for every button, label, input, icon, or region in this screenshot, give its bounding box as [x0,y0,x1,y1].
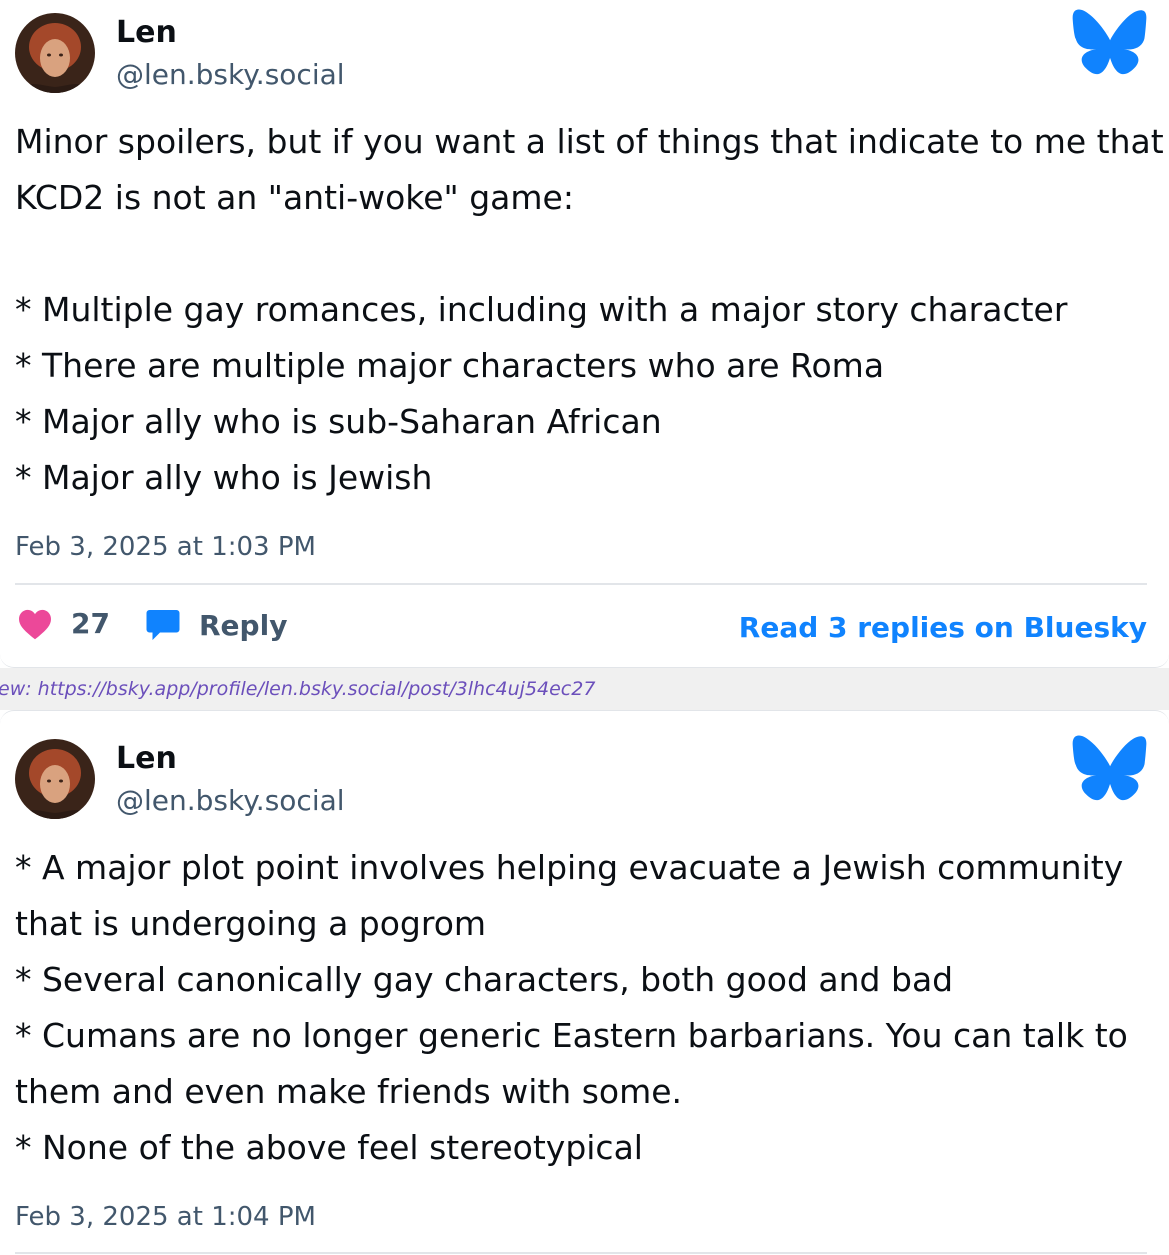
divider [15,583,1147,585]
heart-icon [19,609,51,639]
bluesky-butterfly-icon[interactable] [1072,9,1148,75]
reply-button[interactable]: Reply [145,608,287,642]
reply-bubble-icon [146,610,180,640]
post-line: * A major plot point involves helping ev… [15,848,1124,887]
post-line: * There are multiple major characters wh… [15,346,885,385]
divider [15,1252,1147,1254]
post-line: * Multiple gay romances, including with … [15,290,1068,329]
author-handle[interactable]: @len.bsky.social [116,783,345,819]
author-name[interactable]: Len [116,15,177,51]
read-replies-link[interactable]: Read 3 replies on Bluesky [739,611,1147,644]
url-bar: ew: https://bsky.app/profile/len.bsky.so… [0,668,1169,710]
post-line: that is undergoing a pogrom [15,904,487,943]
like-button[interactable]: 27 [17,607,110,640]
post-timestamp[interactable]: Feb 3, 2025 at 1:04 PM [15,1201,316,1233]
post-card: Len @len.bsky.social * A major plot poin… [0,710,1169,1255]
post-line: * None of the above feel stereotypical [15,1128,643,1167]
post-line [15,226,1155,282]
author-name[interactable]: Len [116,741,177,777]
author-handle[interactable]: @len.bsky.social [116,57,345,93]
post-line: * Several canonically gay characters, bo… [15,960,954,999]
post-line: * Cumans are no longer generic Eastern b… [15,1016,1128,1055]
post-line: * Major ally who is Jewish [15,458,433,497]
like-count: 27 [71,607,110,640]
post-line: * Major ally who is sub-Saharan African [15,402,662,441]
avatar[interactable] [15,739,95,819]
avatar[interactable] [15,13,95,93]
post-line: them and even make friends with some. [15,1072,683,1111]
post-card: Len @len.bsky.social Minor spoilers, but… [0,0,1169,668]
reply-label: Reply [199,608,288,642]
bluesky-butterfly-icon[interactable] [1072,735,1148,801]
post-body: * A major plot point involves helping ev… [15,840,1155,1176]
post-timestamp[interactable]: Feb 3, 2025 at 1:03 PM [15,531,316,563]
post-line: KCD2 is not an "anti-woke" game: [15,178,574,217]
page: Len @len.bsky.social Minor spoilers, but… [0,0,1169,1255]
post-line: Minor spoilers, but if you want a list o… [15,122,1164,161]
post-body: Minor spoilers, but if you want a list o… [15,114,1164,506]
post-url[interactable]: ew: https://bsky.app/profile/len.bsky.so… [0,678,595,700]
